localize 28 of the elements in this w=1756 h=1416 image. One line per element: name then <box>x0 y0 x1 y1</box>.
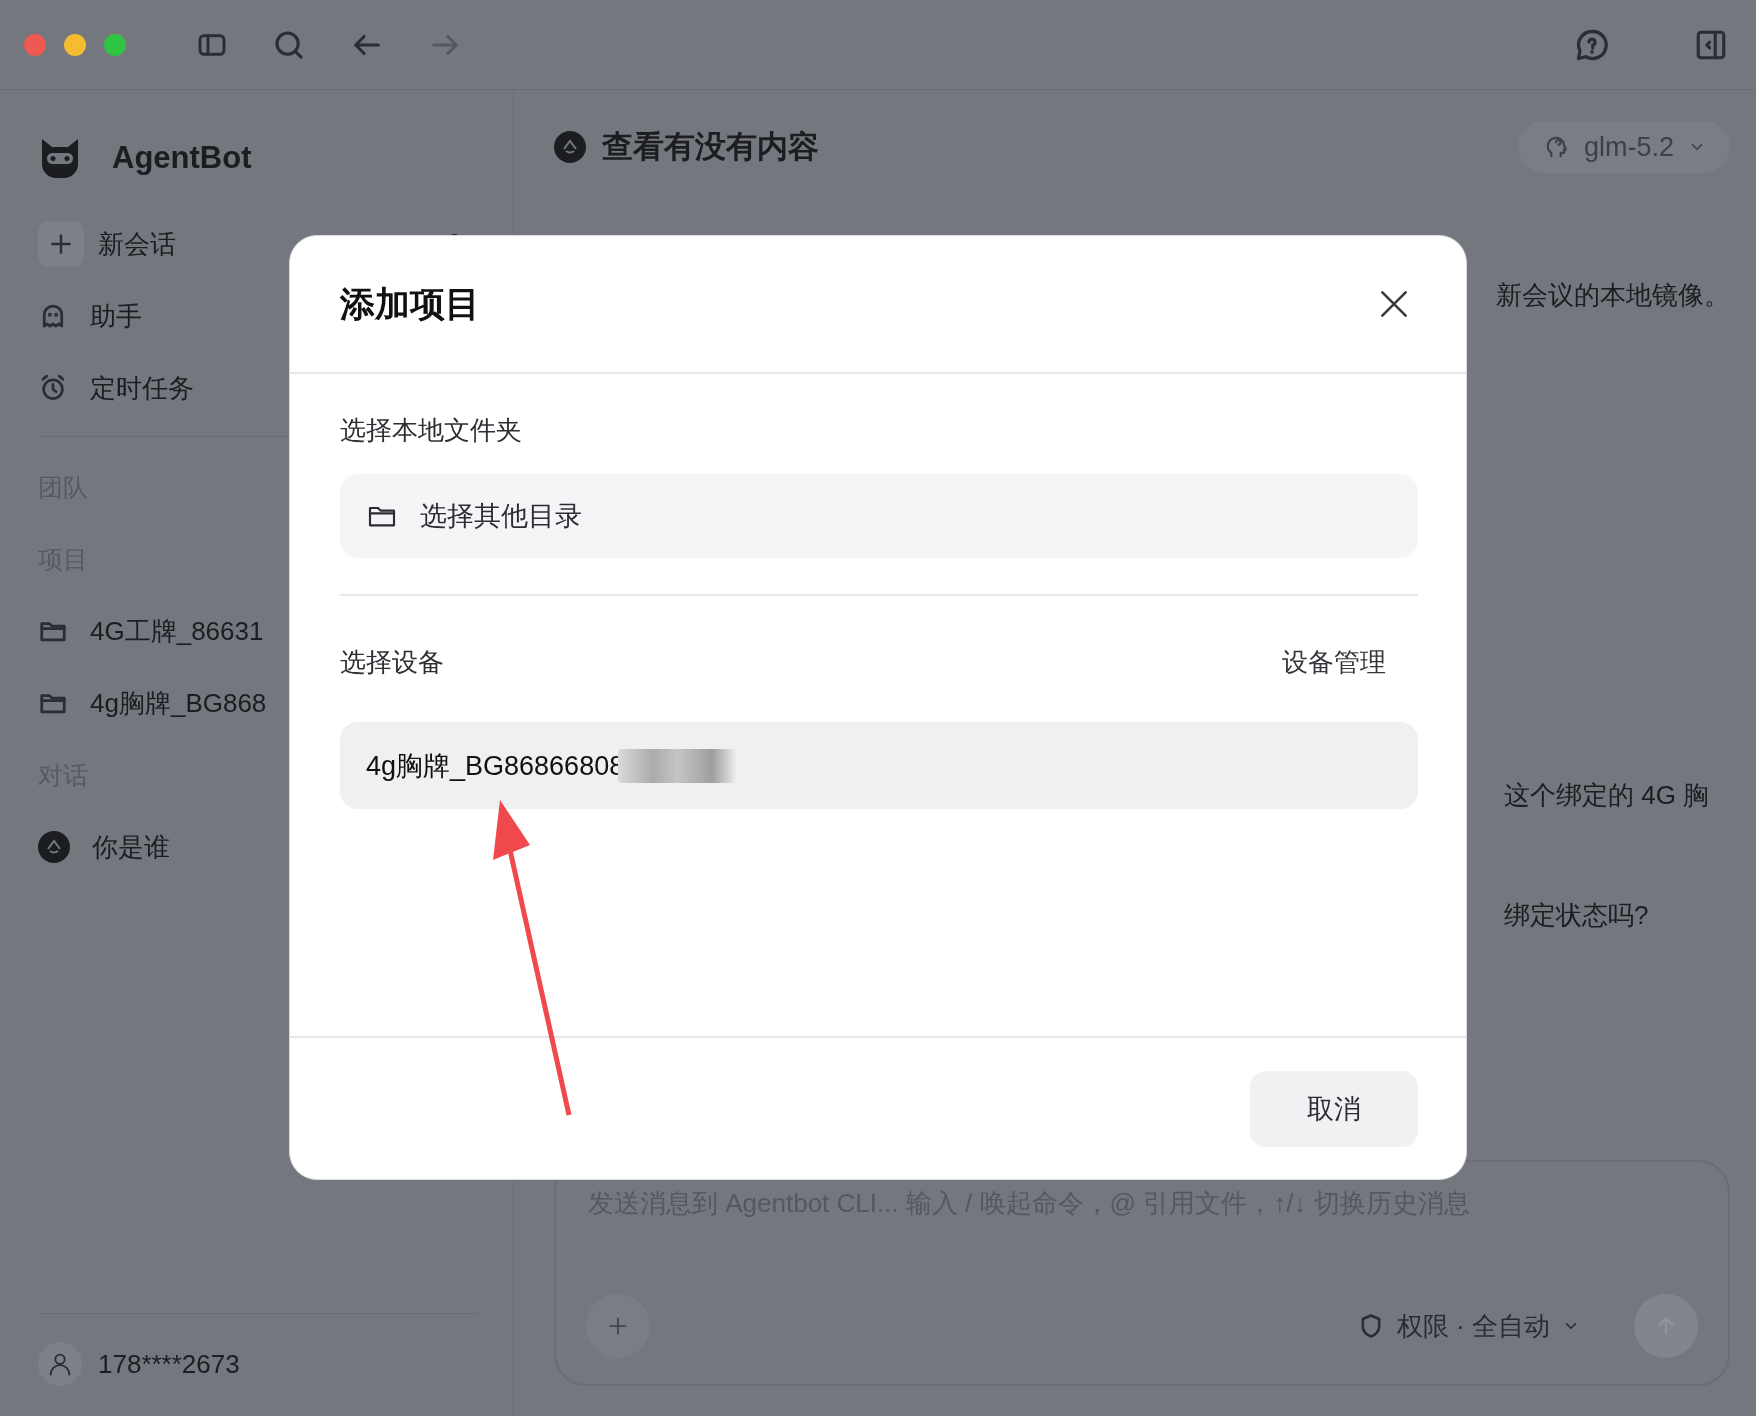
zoom-window-button[interactable] <box>104 33 126 56</box>
sidebar-item[interactable]: 新会话 <box>98 226 176 262</box>
sidebar-item[interactable]: 4g胸牌_BG868 <box>90 685 267 721</box>
sidebar-item[interactable]: 定时任务 <box>90 370 194 406</box>
dialog-title: 添加项目 <box>340 282 480 325</box>
sidebar-item[interactable]: 你是谁 <box>92 829 170 865</box>
user-name: 178****2673 <box>98 1348 240 1380</box>
model-selector[interactable]: glm-5.2 <box>1517 121 1730 173</box>
conversation-title: 查看有没有内容 <box>602 128 819 166</box>
field-label: 选择设备 <box>340 645 444 679</box>
message-text: 新会议的本地镜像。 <box>1496 279 1730 312</box>
sidebar-item[interactable]: 4G工牌_86631 <box>90 613 264 649</box>
field-label: 选择本地文件夹 <box>340 413 523 447</box>
agent-avatar-icon <box>554 131 586 163</box>
cancel-button[interactable]: 取消 <box>1250 1070 1418 1147</box>
sidebar-item[interactable]: 助手 <box>90 298 142 334</box>
permission-selector[interactable]: 权限 · 全自动 <box>1350 1307 1586 1345</box>
new-chat-button[interactable] <box>38 221 84 267</box>
device-management-link[interactable]: 设备管理 <box>1282 644 1418 680</box>
user-avatar[interactable] <box>38 1342 82 1386</box>
app-name: AgentBot <box>112 140 252 176</box>
plus-icon <box>48 231 74 257</box>
message-text: 绑定状态吗? <box>1504 899 1649 932</box>
choose-folder-button[interactable]: 选择其他目录 <box>340 474 1418 558</box>
device-select-field[interactable]: 4g胸牌_BG86866808 <box>340 722 1418 809</box>
agent-avatar-icon <box>38 831 70 863</box>
message-text: 这个绑定的 4G 胸 <box>1504 779 1710 812</box>
minimize-window-button[interactable] <box>64 33 86 56</box>
